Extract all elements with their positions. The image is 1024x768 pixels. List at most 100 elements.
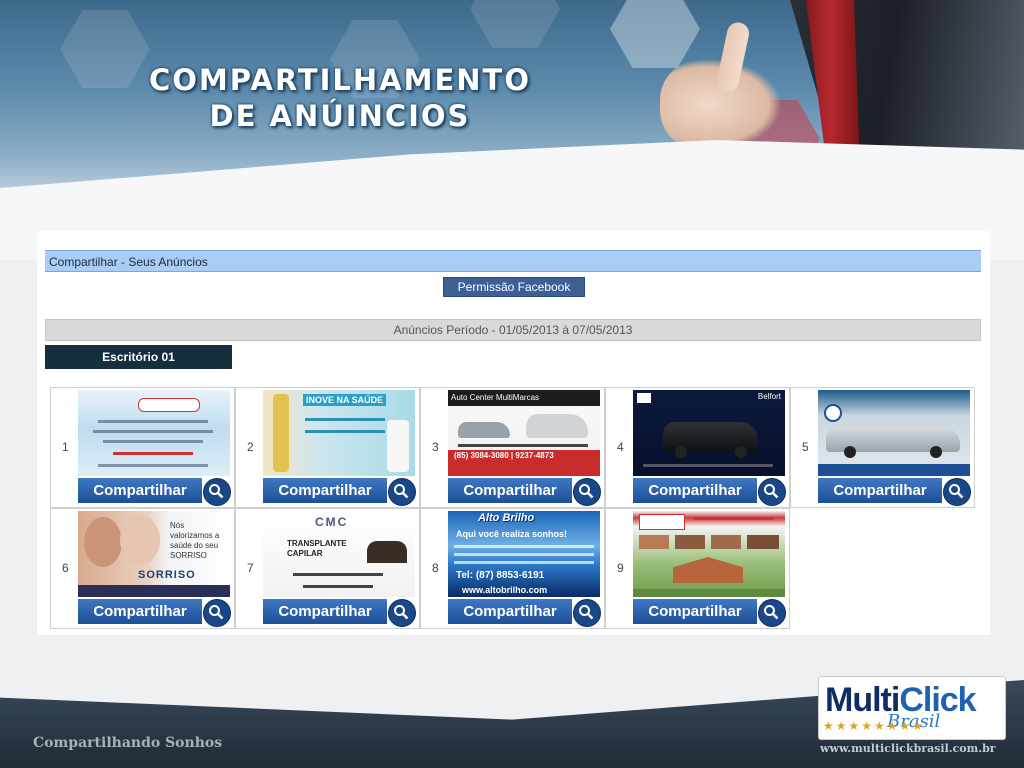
face-image <box>84 517 122 567</box>
share-button[interactable]: Compartilhar <box>818 478 942 503</box>
slide-title: COMPARTILHAMENTO DE ANÚINCIOS <box>120 62 560 134</box>
share-button[interactable]: Compartilhar <box>448 478 572 503</box>
ad8-brand: Alto Brilho <box>478 512 535 524</box>
ad-thumbnail-realestate[interactable] <box>633 511 785 597</box>
car-icon <box>458 422 510 438</box>
realestate-logo-icon <box>639 514 685 530</box>
zoom-button[interactable] <box>758 478 786 506</box>
face-image <box>120 515 160 565</box>
person-image <box>367 541 407 563</box>
zoom-button[interactable] <box>203 478 231 506</box>
ad5-footer-strip <box>818 464 970 476</box>
share-button[interactable]: Compartilhar <box>78 478 202 503</box>
share-button[interactable]: Compartilhar <box>633 599 757 624</box>
share-button[interactable]: Compartilhar <box>78 599 202 624</box>
ad3-brand: Auto Center MultiMarcas <box>448 390 600 406</box>
ad-number: 3 <box>432 440 439 454</box>
house-image <box>673 557 743 583</box>
share-button[interactable]: Compartilhar <box>263 478 387 503</box>
ad-number: 1 <box>62 440 69 454</box>
ad-number: 9 <box>617 561 624 575</box>
ad8-slogan: Aqui você realiza sonhos! <box>456 529 568 539</box>
zoom-button[interactable] <box>388 599 416 627</box>
zoom-button[interactable] <box>573 599 601 627</box>
ad-thumbnail-altobrilho[interactable]: Alto Brilho Aqui você realiza sonhos! Te… <box>448 511 600 597</box>
ad8-phone: Tel: (87) 8853-6191 <box>456 570 545 581</box>
ad6-footer-strip <box>78 585 230 597</box>
pickup-icon <box>526 414 588 438</box>
office-tab[interactable]: Escritório 01 <box>45 345 232 369</box>
ad-thumbnail-peugeot[interactable]: Belfort <box>633 390 785 476</box>
ads-grid: 1 Compartilhar 2 INOVE NA SAÚDE Comparti… <box>50 387 976 629</box>
magnifier-icon <box>209 605 224 620</box>
filter-icon <box>273 394 289 472</box>
clinic-logo-icon <box>138 398 200 412</box>
ad9-footer-strip <box>633 589 785 597</box>
peugeot-logo-icon <box>637 393 651 403</box>
ad4-brand: Belfort <box>757 392 781 401</box>
share-button[interactable]: Compartilhar <box>448 599 572 624</box>
ad-cell: 8 Alto Brilho Aqui você realiza sonhos! … <box>420 508 605 629</box>
ad-thumbnail-cmc[interactable]: CMC TRANSPLANTE CAPILAR <box>263 511 415 597</box>
ad-cell: 6 Nós valorizamos a saúde do seu SORRISO… <box>50 508 235 629</box>
zoom-button[interactable] <box>203 599 231 627</box>
zoom-button[interactable] <box>943 478 971 506</box>
ad-thumbnail-sorriso[interactable]: Nós valorizamos a saúde do seu SORRISO S… <box>78 511 230 597</box>
ad-thumbnail-clinica[interactable] <box>78 390 230 476</box>
ad-cell: 5 Compartilhar <box>790 387 975 508</box>
ad-number: 5 <box>802 440 809 454</box>
ad-number: 6 <box>62 561 69 575</box>
hexagon-shape <box>470 0 560 48</box>
ad2-heading: INOVE NA SAÚDE <box>303 394 387 406</box>
footer-url: www.multiclickbrasil.com.br <box>820 742 996 755</box>
photo-thumbnail <box>639 535 669 549</box>
facebook-permission-button[interactable]: Permissão Facebook <box>443 277 585 297</box>
ad-number: 2 <box>247 440 254 454</box>
share-button[interactable]: Compartilhar <box>263 599 387 624</box>
photo-thumbnail <box>675 535 705 549</box>
ad-number: 7 <box>247 561 254 575</box>
ad-cell: 1 Compartilhar <box>50 387 235 508</box>
magnifier-icon <box>209 484 224 499</box>
magnifier-icon <box>394 605 409 620</box>
slide-title-line1: COMPARTILHAMENTO <box>149 63 531 97</box>
photo-thumbnail <box>711 535 741 549</box>
ad7-brand: CMC <box>315 515 349 529</box>
panel-header: Compartilhar - Seus Anúncios <box>45 250 981 272</box>
zoom-button[interactable] <box>758 599 786 627</box>
magnifier-icon <box>764 484 779 499</box>
ad-cell: 4 Belfort Compartilhar <box>605 387 790 508</box>
ad8-url: www.altobrilho.com <box>462 585 548 595</box>
magnifier-icon <box>394 484 409 499</box>
share-ads-panel: Compartilhar - Seus Anúncios Permissão F… <box>37 231 990 635</box>
ad-number: 4 <box>617 440 624 454</box>
ad-cell: 2 INOVE NA SAÚDE Compartilhar <box>235 387 420 508</box>
share-button[interactable]: Compartilhar <box>633 478 757 503</box>
ad-thumbnail-autocenter[interactable]: Auto Center MultiMarcas (85) 3084-3080 |… <box>448 390 600 476</box>
magnifier-icon <box>949 484 964 499</box>
footer-slogan: Compartilhando Sonhos <box>33 735 223 751</box>
hexagon-shape <box>610 0 700 68</box>
ad6-text: Nós valorizamos a saúde do seu SORRISO <box>170 521 220 560</box>
magnifier-icon <box>579 484 594 499</box>
multiclick-logo: MultiClick Brasil ★★★★★★★★ <box>818 676 1006 740</box>
ad-cell: 9 Compartilhar <box>605 508 790 629</box>
zoom-button[interactable] <box>573 478 601 506</box>
magnifier-icon <box>579 605 594 620</box>
slide-title-line2: DE ANÚINCIOS <box>209 99 471 133</box>
magnifier-icon <box>764 605 779 620</box>
photo-thumbnail <box>747 535 779 549</box>
ad6-brand: SORRISO <box>138 569 196 581</box>
logo-stars: ★★★★★★★★ <box>823 719 926 733</box>
vw-logo-icon <box>824 404 842 422</box>
ad-cell: 3 Auto Center MultiMarcas (85) 3084-3080… <box>420 387 605 508</box>
period-bar: Anúncios Período - 01/05/2013 à 07/05/20… <box>45 319 981 341</box>
zoom-button[interactable] <box>388 478 416 506</box>
dispenser-icon <box>387 420 409 472</box>
ad-cell: 7 CMC TRANSPLANTE CAPILAR Compartilhar <box>235 508 420 629</box>
ad-number: 8 <box>432 561 439 575</box>
ad3-phone: (85) 3084-3080 | 9237-4873 <box>454 451 554 460</box>
ad7-text: TRANSPLANTE CAPILAR <box>287 539 347 558</box>
ad-thumbnail-water[interactable]: INOVE NA SAÚDE <box>263 390 415 476</box>
ad-thumbnail-volkswagen[interactable] <box>818 390 970 476</box>
